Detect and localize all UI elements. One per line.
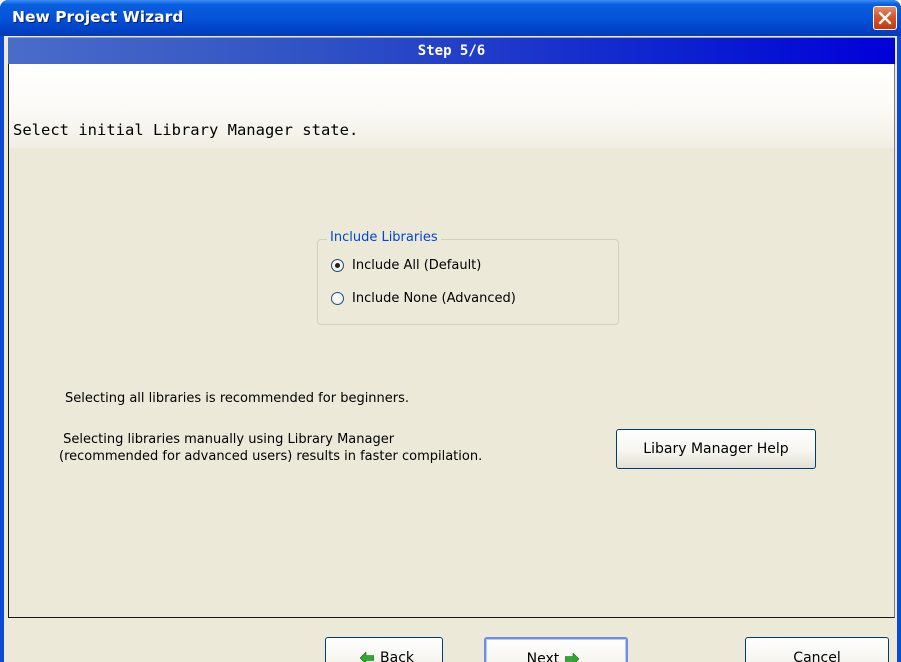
radio-unchecked-icon[interactable] <box>331 292 344 305</box>
cancel-button[interactable]: Cancel <box>745 637 889 662</box>
back-button[interactable]: Back <box>325 637 443 662</box>
info-beginners-text: Selecting all libraries is recommended f… <box>65 391 410 406</box>
library-manager-help-label: Libary Manager Help <box>643 441 789 457</box>
next-button-label: Next <box>526 650 560 662</box>
step-bar: Step 5/6 <box>8 37 895 64</box>
radio-checked-icon[interactable] <box>331 259 344 272</box>
page-heading: Select initial Library Manager state. <box>13 121 359 139</box>
step-indicator: Step 5/6 <box>417 43 486 59</box>
header-band: Select initial Library Manager state. <box>9 64 894 148</box>
cancel-button-label: Cancel <box>793 649 841 662</box>
include-libraries-group-label: Include Libraries <box>327 230 441 245</box>
radio-include-all-label: Include All (Default) <box>352 258 482 273</box>
close-icon <box>878 11 892 25</box>
next-button[interactable]: Next <box>484 637 628 662</box>
arrow-right-icon <box>565 652 580 662</box>
include-libraries-group <box>317 239 619 325</box>
wizard-window: New Project Wizard Step 5/6 Select initi… <box>0 0 901 662</box>
library-manager-help-button[interactable]: Libary Manager Help <box>616 429 816 469</box>
back-button-label: Back <box>380 649 414 662</box>
wizard-content: Select initial Library Manager state. In… <box>8 64 895 618</box>
radio-include-none-label: Include None (Advanced) <box>352 291 516 306</box>
close-button[interactable] <box>873 6 897 30</box>
title-bar[interactable]: New Project Wizard <box>0 0 901 36</box>
info-advanced-text: Selecting libraries manually using Libra… <box>59 432 483 464</box>
wizard-footer: Back Next Cancel <box>8 618 895 662</box>
radio-include-none[interactable]: Include None (Advanced) <box>331 291 516 306</box>
window-title: New Project Wizard <box>12 8 184 26</box>
wizard-client-area: Step 5/6 Select initial Library Manager … <box>4 36 897 662</box>
arrow-left-icon <box>360 651 374 662</box>
radio-include-all[interactable]: Include All (Default) <box>331 258 481 273</box>
